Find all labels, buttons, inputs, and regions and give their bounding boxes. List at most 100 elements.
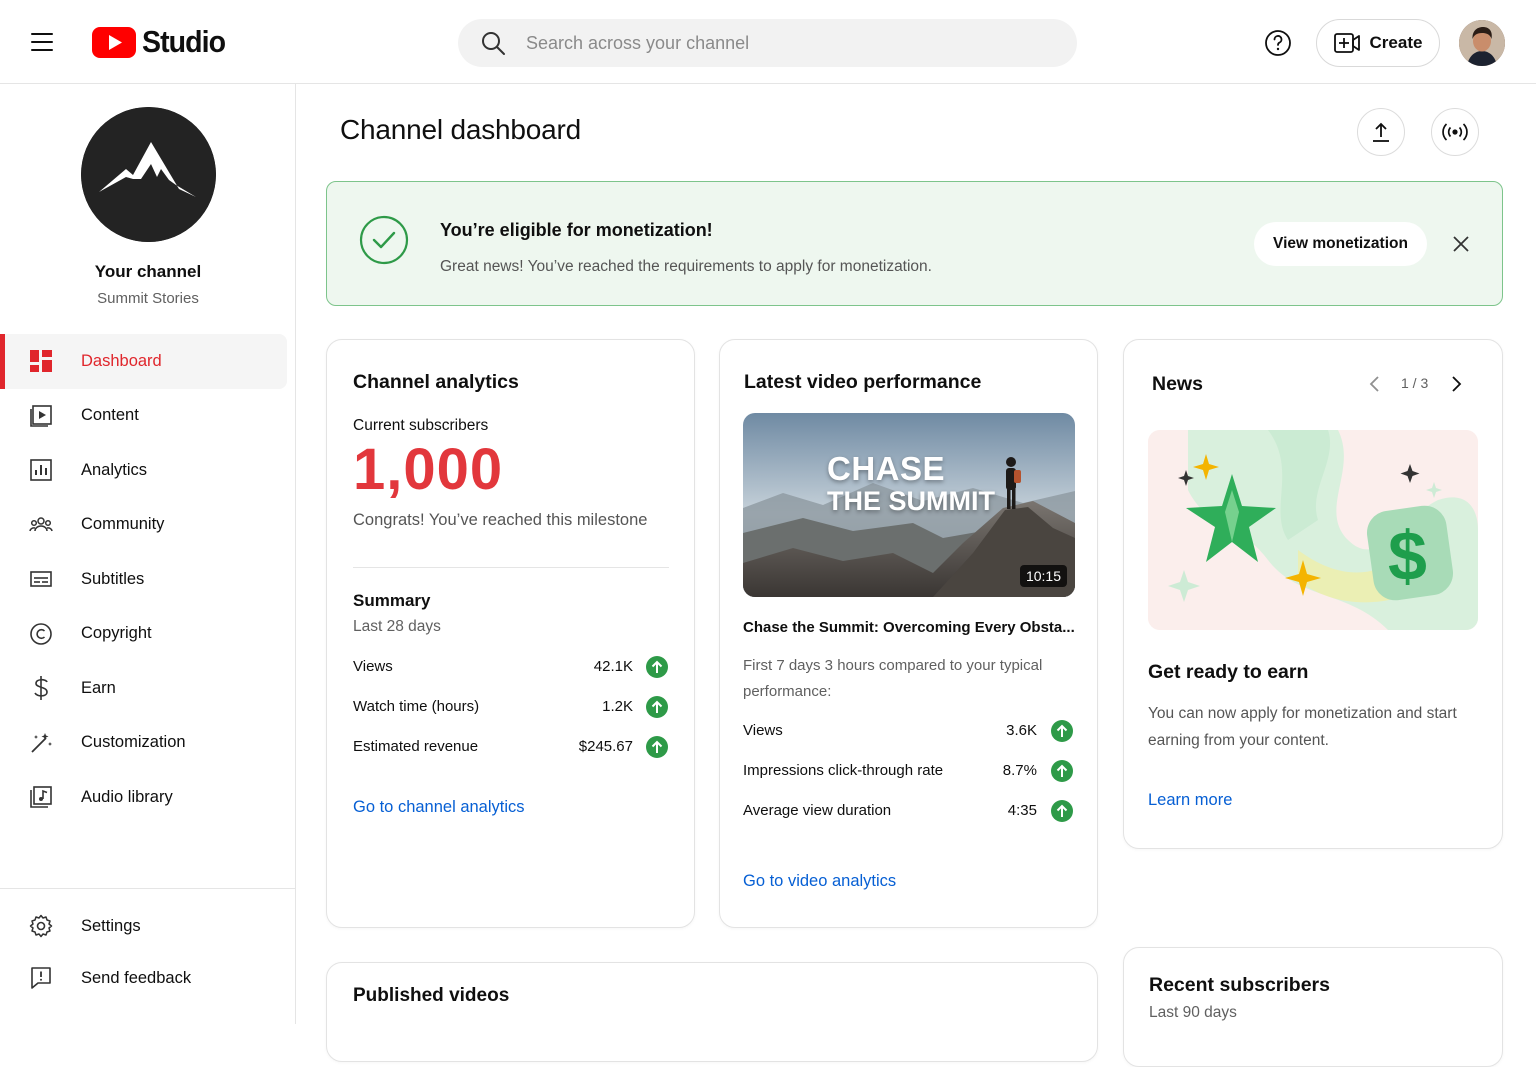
- metric-label: Watch time (hours): [353, 698, 480, 715]
- sidebar: Your channel Summit Stories Dashboard Co…: [0, 84, 296, 1024]
- earn-illustration-image: $: [1148, 430, 1478, 630]
- sidebar-item-community[interactable]: Community: [0, 498, 296, 553]
- sidebar-item-label: Community: [81, 515, 165, 534]
- sidebar-item-label: Settings: [81, 916, 141, 935]
- arrow-up-icon: [646, 656, 668, 678]
- sidebar-item-earn[interactable]: Earn: [0, 661, 296, 716]
- sidebar-item-label: Dashboard: [81, 351, 162, 370]
- monetization-banner: You’re eligible for monetization! Great …: [326, 181, 1503, 306]
- copyright-icon: [29, 622, 53, 646]
- live-broadcast-icon: [1442, 123, 1468, 141]
- user-avatar[interactable]: [1459, 20, 1505, 66]
- youtube-logo-icon: [92, 26, 136, 58]
- banner-title: You’re eligible for monetization!: [440, 220, 713, 240]
- recent-subscribers-card: Recent subscribers Last 90 days: [1123, 947, 1503, 1067]
- card-title: Latest video performance: [744, 371, 982, 393]
- sidebar-item-label: Send feedback: [81, 968, 192, 987]
- thumbnail-title: CHASE THE SUMMIT: [827, 450, 995, 517]
- check-circle-icon: [359, 215, 409, 265]
- close-icon[interactable]: [1447, 230, 1475, 258]
- recent-subscribers-period: Last 90 days: [1149, 1004, 1237, 1021]
- svg-text:$: $: [1388, 517, 1427, 595]
- sidebar-bottom-nav: Settings Send feedback: [0, 900, 296, 1004]
- sidebar-item-subtitles[interactable]: Subtitles: [0, 552, 296, 607]
- learn-more-link[interactable]: Learn more: [1148, 791, 1232, 810]
- sidebar-item-copyright[interactable]: Copyright: [0, 607, 296, 662]
- metric-row-revenue: Estimated revenue $245.67: [353, 738, 669, 755]
- sidebar-item-label: Copyright: [81, 624, 152, 643]
- help-icon[interactable]: [1262, 27, 1294, 59]
- search-input[interactable]: [526, 32, 1006, 54]
- sidebar-divider: [0, 888, 296, 889]
- card-title: Channel analytics: [353, 371, 519, 393]
- metric-value: 8.7%: [1002, 762, 1037, 779]
- metric-value: 1.2K: [602, 698, 633, 715]
- view-monetization-button[interactable]: View monetization: [1254, 222, 1427, 266]
- video-title[interactable]: Chase the Summit: Overcoming Every Obsta…: [743, 619, 1078, 636]
- chevron-right-icon[interactable]: [1448, 374, 1464, 394]
- metric-value: 3.6K: [1006, 722, 1037, 739]
- sidebar-item-label: Earn: [81, 678, 116, 697]
- sidebar-item-label: Analytics: [81, 460, 148, 479]
- sidebar-item-settings[interactable]: Settings: [0, 900, 296, 952]
- subscribers-label: Current subscribers: [353, 417, 489, 434]
- news-heading: Get ready to earn: [1148, 661, 1309, 683]
- metric-row-watch-time: Watch time (hours) 1.2K: [353, 698, 669, 715]
- audio-library-icon: [29, 785, 53, 809]
- arrow-up-icon: [1051, 760, 1073, 782]
- sidebar-item-send-feedback[interactable]: Send feedback: [0, 952, 296, 1004]
- dollar-icon: [29, 676, 53, 701]
- metric-label: Views: [743, 722, 783, 739]
- sidebar-item-dashboard[interactable]: Dashboard: [0, 334, 287, 389]
- sidebar-item-label: Content: [81, 406, 139, 425]
- analytics-icon: [29, 458, 53, 482]
- community-icon: [29, 513, 53, 537]
- metric-row-views: Views 42.1K: [353, 658, 669, 675]
- channel-name: Summit Stories: [97, 290, 199, 307]
- upload-icon: [1373, 122, 1389, 142]
- metric-value: 42.1K: [593, 658, 633, 675]
- news-card: News 1 / 3 $ Get ready to earn You can n…: [1123, 339, 1503, 849]
- metric-label: Impressions click-through rate: [743, 762, 944, 779]
- video-analytics-link[interactable]: Go to video analytics: [743, 872, 896, 891]
- search-bar[interactable]: [458, 19, 1077, 67]
- divider: [353, 567, 669, 568]
- channel-avatar[interactable]: [81, 107, 216, 242]
- menu-icon[interactable]: [22, 22, 62, 62]
- search-icon[interactable]: [480, 30, 506, 56]
- create-label: Create: [1369, 33, 1423, 52]
- subscriber-count: 1,000: [353, 437, 504, 502]
- studio-logo[interactable]: Studio: [92, 22, 232, 62]
- feedback-icon: [29, 966, 53, 990]
- video-duration: 10:15: [1019, 565, 1067, 587]
- news-pager: 1 / 3: [1401, 375, 1429, 391]
- chevron-left-icon[interactable]: [1367, 374, 1383, 394]
- summary-title: Summary: [353, 591, 431, 610]
- metric-label: Estimated revenue: [353, 738, 479, 755]
- metric-label: Average view duration: [743, 802, 892, 819]
- content-icon: [29, 404, 53, 428]
- video-thumbnail[interactable]: CHASE THE SUMMIT 10:15: [743, 413, 1075, 597]
- subtitles-icon: [29, 567, 53, 591]
- thumbnail-title-line1: CHASE: [827, 450, 946, 487]
- sidebar-item-customization[interactable]: Customization: [0, 716, 296, 771]
- sidebar-item-audio-library[interactable]: Audio library: [0, 770, 296, 825]
- upload-button[interactable]: [1357, 108, 1405, 156]
- metric-row-views: Views 3.6K: [743, 722, 1073, 739]
- card-title: News: [1152, 373, 1203, 395]
- channel-title: Your channel: [94, 262, 202, 281]
- sidebar-item-label: Customization: [81, 733, 186, 752]
- sidebar-item-content[interactable]: Content: [0, 389, 296, 444]
- arrow-up-icon: [646, 736, 668, 758]
- go-live-button[interactable]: [1431, 108, 1479, 156]
- metric-row-ctr: Impressions click-through rate 8.7%: [743, 762, 1073, 779]
- arrow-up-icon: [1051, 720, 1073, 742]
- user-avatar-image: [1459, 20, 1505, 66]
- mountain-logo-icon: [81, 107, 216, 242]
- channel-analytics-link[interactable]: Go to channel analytics: [353, 798, 525, 817]
- top-bar: Studio Create: [0, 0, 1536, 84]
- magic-wand-icon: [29, 731, 53, 755]
- sidebar-item-analytics[interactable]: Analytics: [0, 443, 296, 498]
- create-button[interactable]: Create: [1316, 19, 1440, 67]
- thumbnail-title-line2: THE SUMMIT: [827, 486, 995, 516]
